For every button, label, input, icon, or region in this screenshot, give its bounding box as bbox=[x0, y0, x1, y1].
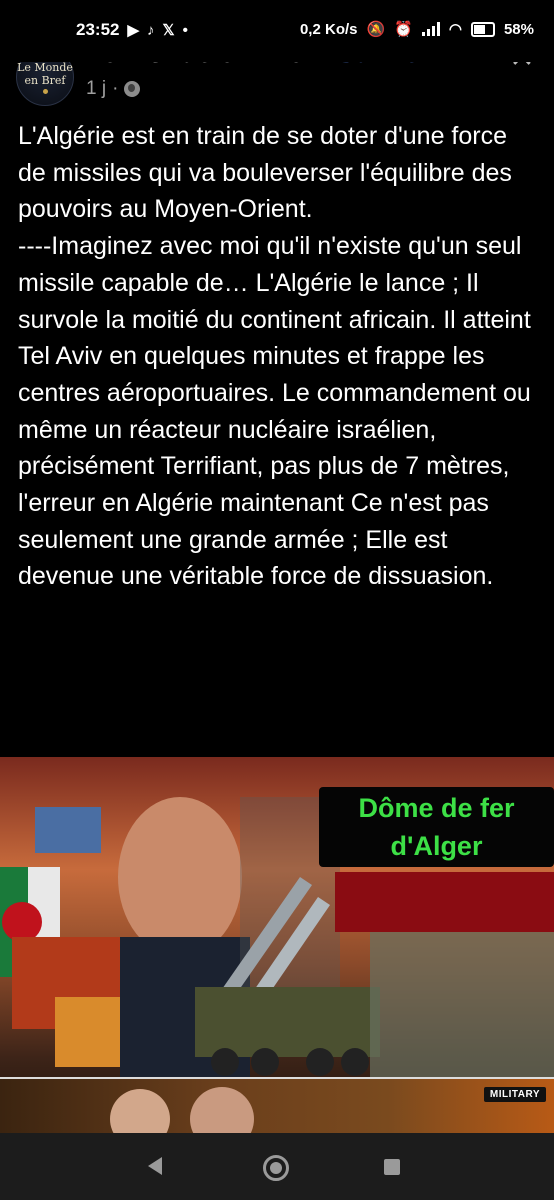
nav-bar bbox=[0, 1133, 554, 1200]
headline-line-2: d'Alger bbox=[390, 831, 483, 861]
image-headline: Dôme de fer d'Alger bbox=[319, 787, 554, 867]
military-badge: MILITARY bbox=[483, 1087, 546, 1102]
net-speed: 0,2 Ko/s bbox=[299, 20, 358, 38]
truck-wheel-1 bbox=[211, 1048, 239, 1076]
flag-crescent bbox=[2, 902, 42, 942]
face-left bbox=[110, 1089, 170, 1133]
alarm-icon: ⏰ bbox=[394, 21, 413, 38]
truck-wheel-2 bbox=[251, 1048, 279, 1076]
red-band bbox=[335, 872, 554, 932]
more-dots-icon: • bbox=[182, 21, 188, 39]
meta-separator: · bbox=[112, 78, 119, 99]
face-right bbox=[190, 1087, 254, 1133]
avatar-line-2: en Bref bbox=[24, 73, 66, 87]
post-image[interactable]: Dôme de fer d'Alger MILITARY bbox=[0, 757, 554, 1133]
battery-icon bbox=[470, 21, 495, 37]
truck-wheel-3 bbox=[306, 1048, 334, 1076]
youtube-icon: ▶ bbox=[127, 22, 140, 39]
tiktok-icon: ♪ bbox=[147, 21, 155, 39]
truck-wheel-4 bbox=[341, 1048, 369, 1076]
home-icon[interactable] bbox=[263, 1155, 289, 1181]
status-right: 0,2 Ko/s 🔕 ⏰ ◠ 58% bbox=[299, 20, 534, 39]
launcher-truck bbox=[195, 987, 380, 1057]
status-left: 23:52 ▶ ♪ 𝕏 • bbox=[76, 20, 188, 40]
post-paragraph-2: ----Imaginez avec moi qu'il n'existe qu'… bbox=[18, 232, 531, 591]
avatar-emblem bbox=[42, 88, 48, 94]
x-icon: 𝕏 bbox=[162, 22, 175, 39]
globe-icon bbox=[124, 81, 141, 97]
wifi-icon: ◠ bbox=[448, 21, 462, 38]
mute-icon: 🔕 bbox=[366, 21, 386, 38]
post-meta: 1 j · bbox=[86, 78, 141, 100]
status-bar: 23:52 ▶ ♪ 𝕏 • 0,2 Ko/s 🔕 ⏰ ◠ 58% bbox=[0, 0, 554, 62]
image-bottom-strip: MILITARY bbox=[0, 1077, 554, 1133]
right-panel bbox=[370, 932, 554, 1077]
status-time: 23:52 bbox=[76, 20, 120, 39]
post-paragraph-1: L'Algérie est en train de se doter d'une… bbox=[18, 122, 512, 224]
post-age[interactable]: 1 j bbox=[86, 78, 106, 100]
battery-percent: 58% bbox=[503, 20, 534, 38]
headline-line-1: Dôme de fer bbox=[358, 793, 515, 823]
avatar-line-1: Le Monde bbox=[17, 60, 73, 74]
back-icon[interactable] bbox=[148, 1157, 162, 1175]
signal-icon bbox=[421, 22, 440, 36]
recents-icon[interactable] bbox=[384, 1159, 400, 1175]
launch-photo-1 bbox=[35, 807, 101, 853]
post-text: L'Algérie est en train de se doter d'une… bbox=[18, 118, 536, 595]
portrait-face bbox=[118, 797, 242, 957]
